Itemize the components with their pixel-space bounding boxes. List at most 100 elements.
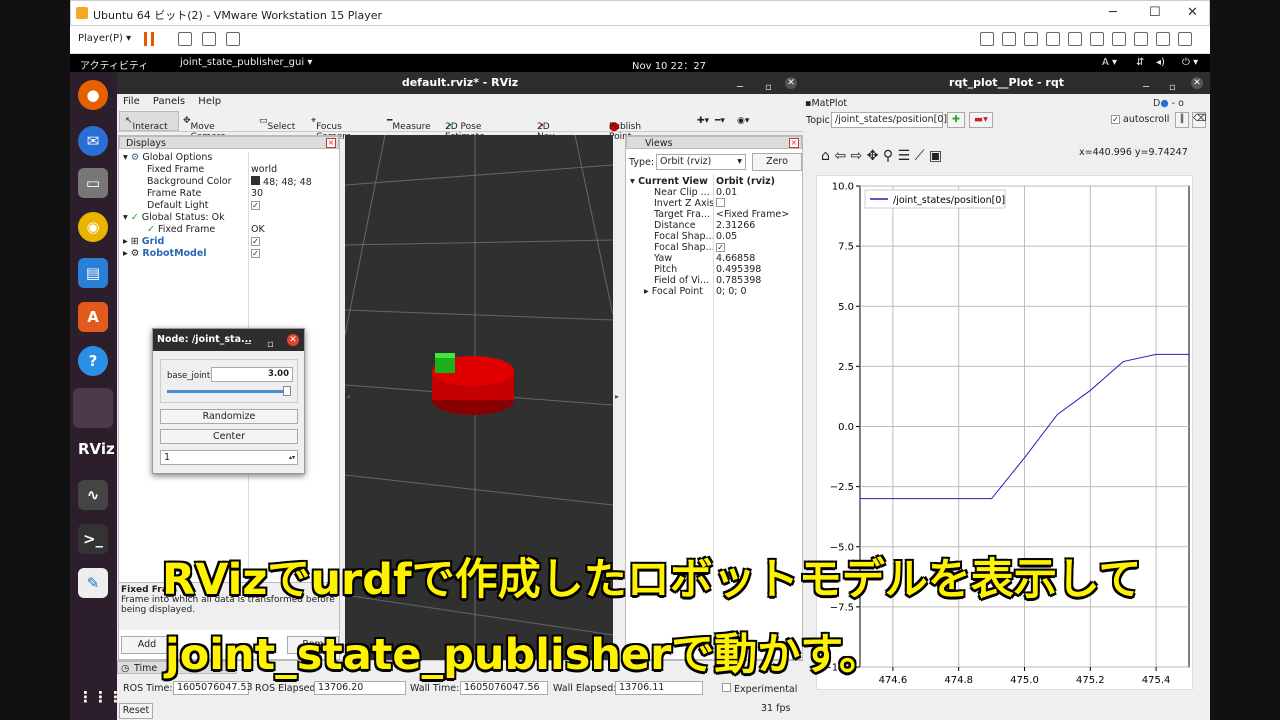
input-method[interactable]: A ▾ [1102, 57, 1117, 68]
zoom-icon[interactable]: ⚲ [883, 148, 893, 164]
close-panel-icon[interactable]: × [326, 138, 336, 148]
rviz-icon[interactable]: RViz [78, 434, 115, 464]
close-panel-icon[interactable]: × [789, 138, 799, 148]
show-apps-icon[interactable]: ⋮⋮⋮ [78, 682, 123, 712]
view-prop[interactable]: ▸ Focal Point [644, 286, 703, 297]
tree-item[interactable]: ▾ ✓ Global Status: Ok [123, 212, 225, 223]
close-icon[interactable]: ✕ [785, 77, 797, 89]
pause-icon[interactable] [144, 32, 154, 46]
experimental-checkbox[interactable]: Experimental [722, 683, 797, 695]
network-icon[interactable]: ⇵ [1136, 57, 1144, 68]
view-prop[interactable]: Invert Z Axis [654, 198, 714, 209]
view-prop[interactable]: Field of Vi... [654, 275, 709, 286]
zero-button[interactable]: Zero [752, 153, 802, 171]
minimize-icon[interactable]: ─ [245, 334, 251, 356]
volume-icon[interactable]: ◂) [1156, 57, 1165, 68]
tree-item[interactable]: Frame Rate [147, 188, 201, 199]
menu-panels[interactable]: Panels [153, 96, 185, 107]
tree-value[interactable]: 48; 48; 48 [251, 176, 312, 188]
reset-button[interactable]: Reset [119, 703, 153, 719]
center-button[interactable]: Center [160, 429, 298, 444]
view-prop[interactable]: Near Clip ... [654, 187, 710, 198]
axes-icon[interactable]: ⟋ [915, 148, 925, 164]
view-value[interactable]: <Fixed Frame> [716, 209, 789, 220]
tool-focus-camera[interactable]: ⌖ Focus Camera [311, 116, 351, 142]
view-prop[interactable]: Target Fra... [654, 209, 710, 220]
subplots-icon[interactable]: ☰ [898, 148, 911, 164]
close-icon[interactable]: ✕ [1191, 77, 1203, 89]
topic-input[interactable]: /joint_states/position[0] [831, 112, 947, 128]
remove-topic-button[interactable]: ▬▾ [969, 112, 993, 128]
rhythmbox-icon[interactable]: ◉ [78, 212, 108, 242]
device-icon[interactable] [1156, 32, 1170, 46]
rows-spinbox[interactable]: 1 ▴▾ [160, 450, 298, 465]
view-value[interactable]: 0.785398 [716, 275, 761, 286]
joint-value-field[interactable]: 3.00 [211, 367, 293, 382]
writer-icon[interactable]: ▤ [78, 258, 108, 288]
clock[interactable]: Nov 10 22：27 [632, 57, 706, 72]
add-topic-button[interactable]: ✚ [947, 112, 965, 128]
minimize-icon[interactable]: ─ [737, 77, 743, 99]
maximize-icon[interactable]: ▫ [267, 334, 274, 356]
view-prop[interactable]: Distance [654, 220, 696, 231]
dock-buttons[interactable]: D● - o [1153, 98, 1184, 109]
pan-icon[interactable]: ✥ [867, 148, 879, 164]
player-menu[interactable]: Player(P) ▾ [78, 33, 131, 44]
device-icon[interactable] [1002, 32, 1016, 46]
device-icon[interactable] [1134, 32, 1148, 46]
active-app-icon[interactable] [73, 388, 113, 428]
device-icon[interactable] [1046, 32, 1060, 46]
tool-select[interactable]: ▭ Select [259, 116, 295, 132]
camera-type-icon[interactable]: ◉▾ [737, 116, 749, 126]
view-type-select[interactable]: Orbit (rviz) ▾ [656, 154, 746, 170]
firefox-icon[interactable]: ● [78, 80, 108, 110]
app-menu[interactable]: joint_state_publisher_gui ▾ [180, 57, 312, 68]
software-icon[interactable]: A [78, 302, 108, 332]
help-icon[interactable]: ? [78, 346, 108, 376]
current-view-item[interactable]: ▾ Current View [630, 176, 708, 187]
system-monitor-icon[interactable]: ∿ [78, 480, 108, 510]
maximize-icon[interactable]: ▫ [765, 77, 772, 99]
remove-tool-icon[interactable]: ━▾ [715, 116, 725, 126]
device-icon[interactable] [1090, 32, 1104, 46]
view-prop[interactable]: Focal Shap... [654, 242, 715, 253]
joint-slider-track[interactable] [167, 390, 291, 393]
tree-item[interactable]: ✓ Fixed Frame [147, 224, 215, 235]
collapse-left-icon[interactable]: ◂ [346, 392, 350, 401]
maximize-icon[interactable]: ☐ [1149, 5, 1161, 20]
minimize-icon[interactable]: ─ [1143, 77, 1149, 99]
tool-interact[interactable]: ↖ Interact [125, 116, 168, 132]
ros-time-field[interactable]: 1605076047.53 [173, 681, 253, 695]
close-icon[interactable]: ✕ [287, 334, 299, 346]
send-keys-icon[interactable] [178, 32, 192, 46]
randomize-button[interactable]: Randomize [160, 409, 298, 424]
power-icon[interactable]: ⏻ ▾ [1182, 57, 1198, 68]
view-value[interactable]: 0.05 [716, 231, 737, 242]
view-value[interactable]: 0; 0; 0 [716, 286, 747, 297]
plot-area[interactable]: 10.0 7.5 5.0 2.5 0.0 −2.5 −5.0 −7.5 −10.0 474.6 47… [816, 175, 1193, 690]
clear-icon[interactable]: ⌫ [1192, 112, 1206, 128]
view-value[interactable]: 0.495398 [716, 264, 761, 275]
text-editor-icon[interactable]: ✎ [78, 568, 108, 598]
checkbox[interactable]: ✓ [251, 200, 260, 211]
view-value[interactable]: 4.66858 [716, 253, 755, 264]
device-icon[interactable] [1178, 32, 1192, 46]
menu-file[interactable]: File [123, 96, 140, 107]
checkbox[interactable]: ✓ [251, 248, 260, 259]
save-icon[interactable]: ▣ [929, 148, 942, 164]
wall-time-field[interactable]: 1605076047.56 [460, 681, 548, 695]
tree-value[interactable]: world [251, 164, 277, 175]
view-value[interactable]: 0.01 [716, 187, 737, 198]
tree-value[interactable]: 30 [251, 188, 263, 199]
ros-elapsed-field[interactable]: 13706.20 [314, 681, 406, 695]
view-value[interactable]: 2.31266 [716, 220, 755, 231]
device-icon[interactable] [1024, 32, 1038, 46]
collapse-right-icon[interactable]: ▸ [615, 392, 619, 401]
add-tool-icon[interactable]: ✚▾ [697, 116, 709, 126]
tree-item[interactable]: Fixed Frame [147, 164, 204, 175]
view-prop[interactable]: Focal Shap... [654, 231, 715, 242]
back-icon[interactable]: ⇦ [834, 148, 846, 164]
home-icon[interactable]: ⌂ [821, 148, 830, 164]
tool-move-camera[interactable]: ✥ Move Camera [183, 116, 226, 142]
forward-icon[interactable]: ⇨ [851, 148, 863, 164]
